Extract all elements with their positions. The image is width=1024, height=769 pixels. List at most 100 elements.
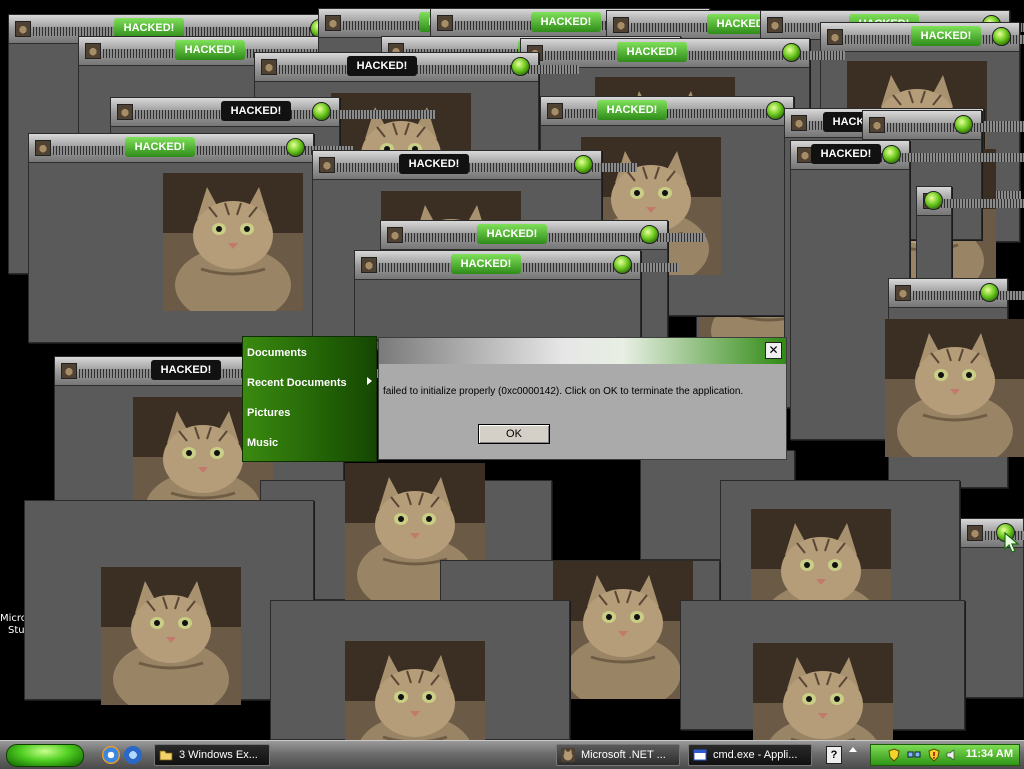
hacked-title: HACKED! — [451, 254, 521, 274]
cat-icon — [437, 15, 453, 31]
cat-icon — [325, 15, 341, 31]
ok-button[interactable]: OK — [478, 424, 550, 444]
popup-title-bar[interactable]: HACKED! — [111, 98, 435, 127]
title-bar-grill — [53, 146, 353, 155]
close-orb-button[interactable] — [766, 101, 785, 120]
cat-icon — [561, 748, 575, 762]
network-icon[interactable] — [907, 748, 921, 762]
taskbar-button-label: cmd.exe - Appli... — [713, 749, 798, 761]
title-bar-grill — [279, 65, 579, 74]
hacked-title: HACKED! — [911, 26, 981, 46]
popup-window[interactable]: HACKED! — [354, 250, 679, 340]
popup-title-bar[interactable]: HACKED! — [791, 141, 1024, 170]
cat-photo — [753, 643, 893, 740]
close-orb-button[interactable] — [992, 27, 1011, 46]
hacked-title: HACKED! — [125, 137, 195, 157]
popup-window[interactable] — [270, 600, 570, 740]
cat-photo — [345, 641, 485, 740]
submenu-arrow-icon — [367, 377, 372, 385]
taskbar-button-dotnet[interactable]: Microsoft .NET ... — [556, 744, 680, 766]
hacked-title: HACKED! — [221, 101, 291, 121]
close-orb-button[interactable] — [511, 57, 530, 76]
start-menu: Documents Recent Documents Pictures Musi… — [242, 336, 377, 462]
close-orb-button[interactable] — [882, 145, 901, 164]
close-icon[interactable]: ✕ — [765, 342, 782, 359]
close-orb-button[interactable] — [286, 138, 305, 157]
cat-photo-icon — [345, 641, 485, 740]
hacked-title: HACKED! — [347, 56, 417, 76]
volume-icon[interactable] — [945, 748, 959, 762]
popup-title-bar[interactable] — [863, 111, 1024, 140]
hacked-title: HACKED! — [175, 40, 245, 60]
close-orb-button[interactable] — [954, 115, 973, 134]
cat-photo — [163, 173, 303, 311]
clock[interactable]: 11:34 AM — [966, 748, 1013, 760]
cat-photo-icon — [101, 567, 241, 705]
close-orb-button[interactable] — [613, 255, 632, 274]
popup-window[interactable]: HACKED! — [28, 133, 353, 343]
popup-title-bar[interactable] — [889, 279, 1024, 308]
security-alert-icon[interactable] — [927, 748, 941, 762]
popup-title-bar[interactable]: HACKED! — [355, 251, 679, 280]
popup-title-bar[interactable] — [917, 187, 1024, 216]
hacked-title: HACKED! — [114, 18, 184, 38]
popup-title-bar[interactable]: HACKED! — [821, 23, 1024, 52]
cat-icon — [361, 257, 377, 273]
cat-icon — [35, 140, 51, 156]
cat-photo — [885, 319, 1024, 457]
cat-icon — [547, 103, 563, 119]
hacked-title: HACKED! — [531, 12, 601, 32]
internet-explorer-icon[interactable] — [102, 746, 120, 764]
cat-icon — [895, 285, 911, 301]
cat-icon — [61, 363, 77, 379]
close-orb-button[interactable] — [574, 155, 593, 174]
popup-title-bar[interactable]: HACKED! — [255, 53, 579, 82]
help-icon[interactable]: ? — [826, 746, 842, 764]
title-bar-grill — [379, 263, 679, 272]
start-menu-item-documents[interactable]: Documents — [247, 347, 307, 359]
start-menu-item-music[interactable]: Music — [247, 437, 278, 449]
cat-photo-icon — [553, 561, 693, 699]
close-orb-button[interactable] — [312, 102, 331, 121]
browser-icon[interactable] — [124, 746, 142, 764]
cat-photo-icon — [163, 173, 303, 311]
cat-photo-icon — [753, 643, 893, 740]
mouse-cursor-icon — [1004, 532, 1020, 553]
popup-title-bar[interactable]: HACKED! — [381, 221, 705, 250]
popup-window[interactable] — [680, 600, 965, 740]
popup-title-bar[interactable]: HACKED! — [313, 151, 637, 180]
hacked-title: HACKED! — [151, 360, 221, 380]
popup-window[interactable] — [885, 278, 1024, 488]
close-orb-button[interactable] — [980, 283, 999, 302]
error-message: failed to initialize properly (0xc000014… — [383, 386, 744, 397]
shield-icon[interactable] — [887, 748, 901, 762]
title-bar-grill — [405, 233, 705, 242]
hacked-title: HACKED! — [811, 144, 881, 164]
tray-expand-icon[interactable] — [849, 747, 857, 752]
cat-icon — [869, 117, 885, 133]
hacked-title: HACKED! — [597, 100, 667, 120]
popup-title-bar[interactable]: HACKED! — [541, 97, 865, 126]
cat-icon — [85, 43, 101, 59]
taskbar-button-cmd[interactable]: cmd.exe - Appli... — [688, 744, 812, 766]
cat-icon — [319, 157, 335, 173]
close-orb-button[interactable] — [640, 225, 659, 244]
error-dialog: ✕ failed to initialize properly (0xc0000… — [378, 337, 787, 460]
desktop-icon-label[interactable]: Stu — [8, 625, 25, 636]
title-bar-grill — [913, 291, 1024, 300]
desktop-icon-label[interactable]: Micro — [0, 613, 27, 624]
popup-title-bar[interactable]: HACKED! — [29, 134, 353, 163]
start-menu-item-recent-documents[interactable]: Recent Documents — [247, 377, 347, 389]
start-button[interactable] — [6, 744, 84, 767]
cat-icon — [613, 17, 629, 33]
close-orb-button[interactable] — [782, 43, 801, 62]
start-menu-item-pictures[interactable]: Pictures — [247, 407, 290, 419]
taskbar-button-windows-explorer[interactable]: 3 Windows Ex... — [154, 744, 270, 766]
cat-photo — [101, 567, 241, 705]
cat-icon — [387, 227, 403, 243]
popup-title-bar[interactable]: HACKED! — [521, 39, 845, 68]
dialog-title-bar[interactable] — [379, 338, 786, 364]
folder-icon — [159, 750, 173, 761]
cat-icon — [261, 59, 277, 75]
close-orb-button[interactable] — [924, 191, 943, 210]
